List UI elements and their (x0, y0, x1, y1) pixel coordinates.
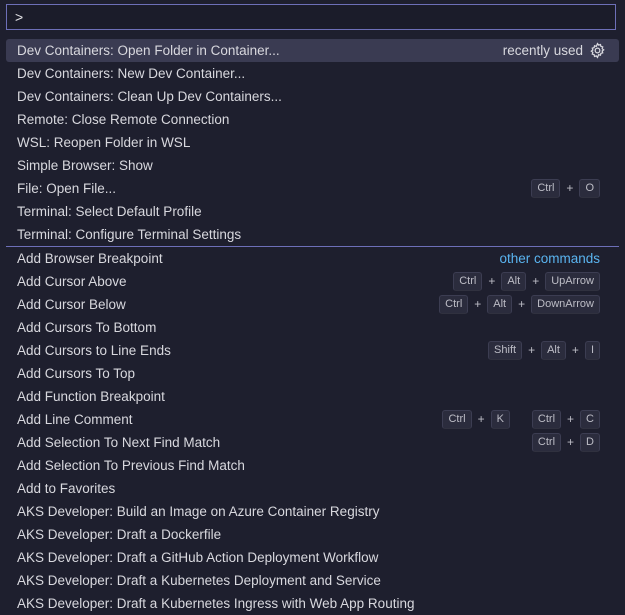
command-label: Dev Containers: Open Folder in Container… (17, 43, 280, 58)
keybinding-key: Ctrl (453, 272, 483, 291)
plus-separator: + (528, 343, 536, 357)
command-item-aks-developer-build-an-image-on-azure-container-registry[interactable]: AKS Developer: Build an Image on Azure C… (0, 500, 625, 523)
keybinding-key: Ctrl (531, 433, 562, 452)
plus-separator: + (518, 297, 526, 311)
keybinding-key: Ctrl (531, 179, 561, 198)
keybinding-key: C (580, 410, 600, 429)
command-item-meta: recently used (503, 39, 606, 62)
command-item-meta: Ctrl + D (531, 431, 600, 454)
plus-separator: + (474, 297, 482, 311)
command-item-aks-developer-draft-a-dockerfile[interactable]: AKS Developer: Draft a Dockerfile (0, 523, 625, 546)
command-label: Terminal: Select Default Profile (17, 204, 202, 219)
command-item-dev-containers-new-dev-container[interactable]: Dev Containers: New Dev Container... (0, 62, 625, 85)
command-label: Add Selection To Next Find Match (17, 435, 221, 450)
command-item-add-line-comment[interactable]: Add Line Comment Ctrl + K Ctrl + C (0, 408, 625, 431)
command-label: Terminal: Configure Terminal Settings (17, 227, 242, 242)
plus-separator: + (566, 181, 574, 195)
plus-separator: + (488, 274, 496, 288)
command-item-simple-browser-show[interactable]: Simple Browser: Show (0, 154, 625, 177)
command-label: AKS Developer: Draft a GitHub Action Dep… (17, 550, 379, 565)
keybinding-key: Ctrl (442, 410, 472, 429)
command-item-add-function-breakpoint[interactable]: Add Function Breakpoint (0, 385, 625, 408)
command-item-meta: Ctrl + K Ctrl + C (442, 408, 600, 431)
keybinding-key: Alt (501, 272, 527, 291)
keybinding-key: UpArrow (545, 272, 600, 291)
command-item-add-selection-to-previous-find-match[interactable]: Add Selection To Previous Find Match (0, 454, 625, 477)
command-label: File: Open File... (17, 181, 117, 196)
command-label: Add to Favorites (17, 481, 116, 496)
keybinding-key: Alt (487, 295, 513, 314)
command-label: Simple Browser: Show (17, 158, 153, 173)
command-item-terminal-select-default-profile[interactable]: Terminal: Select Default Profile (0, 200, 625, 223)
command-item-add-browser-breakpoint[interactable]: Add Browser Breakpoint other commands (0, 247, 625, 270)
command-label: AKS Developer: Draft a Dockerfile (17, 527, 222, 542)
command-item-remote-close-remote-connection[interactable]: Remote: Close Remote Connection (0, 108, 625, 131)
plus-separator: + (532, 274, 540, 288)
plus-separator: + (567, 435, 575, 449)
command-label: Add Line Comment (17, 412, 133, 427)
command-label: AKS Developer: Draft a Kubernetes Deploy… (17, 573, 381, 588)
keybinding-key: Alt (541, 341, 566, 360)
command-item-add-to-favorites[interactable]: Add to Favorites (0, 477, 625, 500)
recently-used-label: recently used (502, 43, 583, 58)
keybinding-key: I (584, 341, 600, 360)
keybinding-key: Ctrl (531, 410, 562, 429)
command-item-meta: Ctrl + Alt + DownArrow (439, 293, 600, 316)
command-list: Dev Containers: Open Folder in Container… (0, 39, 625, 615)
command-label: Dev Containers: Clean Up Dev Containers.… (17, 89, 282, 104)
command-input-wrapper (6, 4, 616, 30)
command-palette: Dev Containers: Open Folder in Container… (0, 0, 625, 611)
command-label: Add Selection To Previous Find Match (17, 458, 245, 473)
gear-icon[interactable] (589, 42, 606, 59)
keybinding-key: Shift (488, 341, 523, 360)
command-item-file-open-file[interactable]: File: Open File... Ctrl + O (0, 177, 625, 200)
command-label: Add Function Breakpoint (17, 389, 165, 404)
command-item-add-cursors-to-line-ends[interactable]: Add Cursors to Line Ends Shift + Alt + I (0, 339, 625, 362)
command-item-dev-containers-open-folder-in-container[interactable]: Dev Containers: Open Folder in Container… (6, 39, 619, 62)
command-label: AKS Developer: Build an Image on Azure C… (17, 504, 380, 519)
plus-separator: + (571, 343, 579, 357)
command-input[interactable] (7, 5, 615, 29)
command-item-add-cursors-to-bottom[interactable]: Add Cursors To Bottom (0, 316, 625, 339)
command-item-add-cursor-below[interactable]: Add Cursor Below Ctrl + Alt + DownArrow (0, 293, 625, 316)
command-label: Add Cursors To Bottom (17, 320, 157, 335)
command-item-aks-developer-draft-a-github-action-deployment-workflow[interactable]: AKS Developer: Draft a GitHub Action Dep… (0, 546, 625, 569)
keybinding-key: O (579, 179, 600, 198)
command-item-meta: Ctrl + Alt + UpArrow (453, 270, 600, 293)
command-item-add-selection-to-next-find-match[interactable]: Add Selection To Next Find Match Ctrl + D (0, 431, 625, 454)
command-label: Add Cursor Above (17, 274, 127, 289)
command-item-terminal-configure-terminal-settings[interactable]: Terminal: Configure Terminal Settings (0, 223, 625, 246)
command-label: WSL: Reopen Folder in WSL (17, 135, 191, 150)
keybinding-key: Ctrl (439, 295, 469, 314)
command-label: Add Cursors To Top (17, 366, 136, 381)
plus-separator: + (477, 412, 485, 426)
keybinding-key: D (580, 433, 600, 452)
command-label: Add Browser Breakpoint (17, 251, 163, 266)
command-item-meta: Shift + Alt + I (488, 339, 600, 362)
keybinding-key: DownArrow (531, 295, 600, 314)
plus-separator: + (567, 412, 575, 426)
command-label: Dev Containers: New Dev Container... (17, 66, 246, 81)
command-label: Add Cursor Below (17, 297, 126, 312)
command-label: Add Cursors to Line Ends (17, 343, 171, 358)
command-item-meta: Ctrl + O (531, 177, 600, 200)
command-item-dev-containers-clean-up-dev-containers[interactable]: Dev Containers: Clean Up Dev Containers.… (0, 85, 625, 108)
command-item-meta: other commands (499, 247, 600, 270)
command-item-wsl-reopen-folder-in-wsl[interactable]: WSL: Reopen Folder in WSL (0, 131, 625, 154)
keybinding-key: K (490, 410, 510, 429)
command-item-add-cursors-to-top[interactable]: Add Cursors To Top (0, 362, 625, 385)
group-label-other-commands: other commands (499, 251, 600, 266)
command-item-add-cursor-above[interactable]: Add Cursor Above Ctrl + Alt + UpArrow (0, 270, 625, 293)
command-item-aks-developer-draft-a-kubernetes-deployment-and-service[interactable]: AKS Developer: Draft a Kubernetes Deploy… (0, 569, 625, 592)
command-label: Remote: Close Remote Connection (17, 112, 230, 127)
